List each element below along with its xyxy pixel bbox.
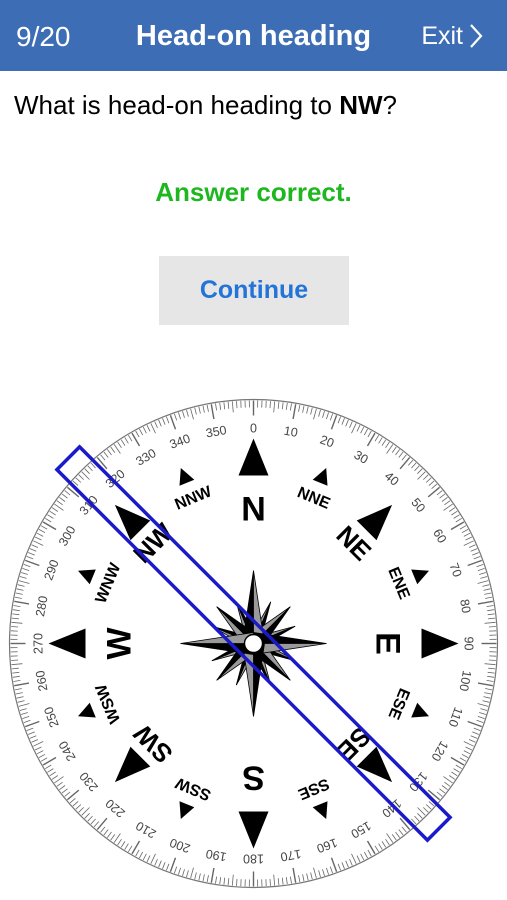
chevron-right-icon [470,24,483,48]
degree-label: 80 [457,598,473,614]
exit-label: Exit [421,22,463,50]
degree-tick [11,626,19,628]
star-center [243,633,264,654]
cardinal-label: N [241,491,266,529]
question-prefix: What is head-on heading to [14,90,340,120]
degree-tick [236,878,238,886]
degree-label: 180 [243,852,264,866]
degree-tick [488,659,496,661]
degree-label: 10 [283,424,299,440]
degree-tick [488,626,496,628]
compass-rose: 0 102030405060708090100110120130140150160… [8,398,499,889]
degree-label: 270 [32,633,46,654]
exit-button[interactable]: Exit [421,19,483,53]
degree-tick [269,878,271,886]
continue-button[interactable]: Continue [159,256,349,325]
degree-tick [269,401,271,409]
question-text: What is head-on heading to NW? [14,89,397,121]
question-direction: NW [339,90,383,120]
degree-label: 90 [462,637,476,651]
answer-feedback: Answer correct. [155,177,352,207]
degree-tick [236,401,238,409]
degree-label: 0 [250,422,257,436]
cardinal-label: W [101,627,139,660]
cardinal-label: S [242,759,265,797]
nav-bar: 9/20 Head-on heading Exit [0,0,507,71]
degree-tick [11,659,19,661]
cardinal-label: E [369,632,407,655]
question-suffix: ? [382,90,398,120]
